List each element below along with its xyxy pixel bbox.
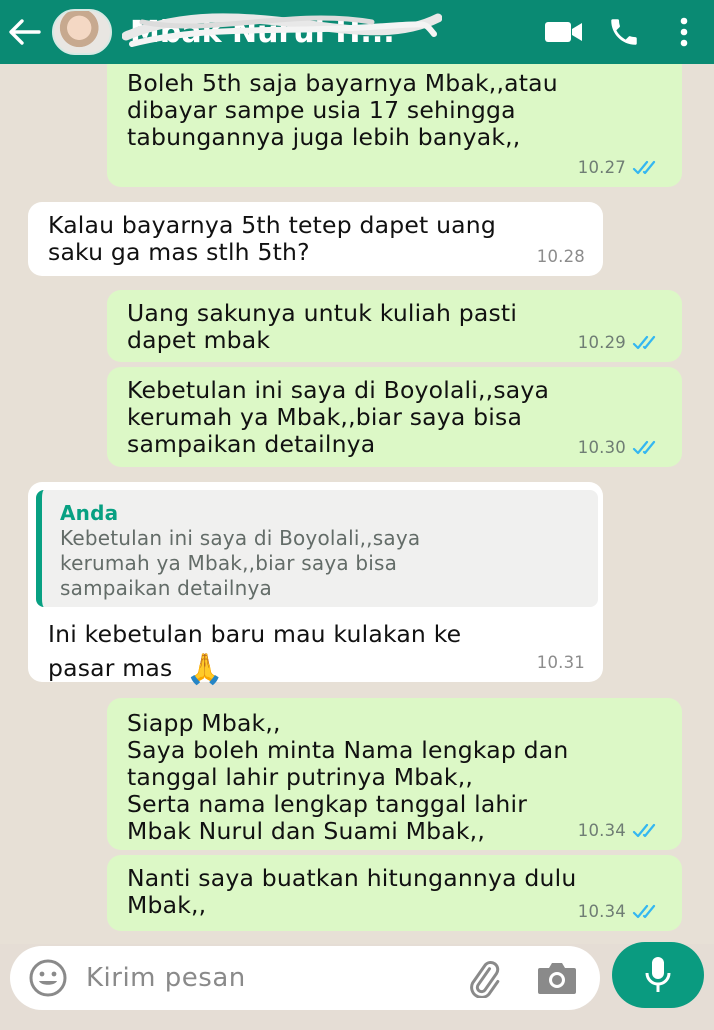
message-input-bar[interactable]: Kirim pesan bbox=[10, 946, 600, 1010]
message-text: Boleh 5th saja bayarnya Mbak,,atau dibay… bbox=[127, 69, 558, 151]
redaction-scribble bbox=[122, 13, 442, 47]
message-time: 10.34 bbox=[577, 902, 626, 921]
message-text: Kalau bayarnya 5th tetep dapet uang saku… bbox=[48, 211, 496, 266]
message-incoming-reply[interactable]: Anda Kebetulan ini saya di Boyolali,,say… bbox=[28, 482, 603, 686]
message-outgoing[interactable]: Uang sakunya untuk kuliah pasti dapet mb… bbox=[107, 290, 682, 362]
camera-icon[interactable] bbox=[532, 953, 582, 1003]
message-text: Ini kebetulan baru mau kulakan ke pasar … bbox=[48, 620, 462, 682]
mic-icon[interactable] bbox=[612, 942, 704, 1008]
video-call-icon[interactable] bbox=[534, 0, 594, 64]
message-time: 10.31 bbox=[536, 653, 585, 672]
message-meta: 10.28 bbox=[537, 243, 585, 270]
more-vert-icon[interactable] bbox=[654, 0, 714, 64]
double-check-icon bbox=[632, 904, 656, 918]
message-meta: 10.34 bbox=[578, 817, 664, 844]
message-time: 10.29 bbox=[577, 333, 626, 352]
message-time: 10.27 bbox=[577, 158, 626, 177]
double-check-icon bbox=[632, 440, 656, 454]
quoted-message[interactable]: Anda Kebetulan ini saya di Boyolali,,say… bbox=[36, 490, 598, 607]
message-meta: 10.31 bbox=[537, 649, 585, 676]
double-check-icon bbox=[632, 335, 656, 349]
message-outgoing[interactable]: Boleh 5th saja bayarnya Mbak,,atau dibay… bbox=[107, 64, 682, 187]
message-meta: 10.34 bbox=[578, 898, 664, 925]
quote-author: Anda bbox=[60, 501, 119, 525]
message-time: 10.30 bbox=[577, 438, 626, 457]
double-check-icon bbox=[632, 160, 656, 174]
message-incoming[interactable]: Kalau bayarnya 5th tetep dapet uang saku… bbox=[28, 202, 603, 276]
message-outgoing[interactable]: Siapp Mbak,, Saya boleh minta Nama lengk… bbox=[107, 698, 682, 850]
message-meta: 10.29 bbox=[578, 329, 664, 356]
emoji-icon[interactable] bbox=[26, 956, 70, 1000]
message-outgoing[interactable]: Nanti saya buatkan hitungannya dulu Mbak… bbox=[107, 855, 682, 931]
bottom-strip bbox=[0, 1016, 714, 1030]
message-meta: 10.30 bbox=[578, 434, 664, 461]
message-outgoing[interactable]: Kebetulan ini saya di Boyolali,,saya ker… bbox=[107, 367, 682, 467]
message-list[interactable]: Boleh 5th saja bayarnya Mbak,,atau dibay… bbox=[0, 64, 714, 944]
message-input[interactable]: Kirim pesan bbox=[86, 963, 458, 993]
attach-icon[interactable] bbox=[458, 953, 508, 1003]
message-meta: 10.27 bbox=[578, 154, 664, 181]
praying-hands-emoji: 🙏 bbox=[186, 651, 224, 687]
message-time: 10.34 bbox=[577, 821, 626, 840]
avatar[interactable] bbox=[52, 9, 112, 55]
message-time: 10.28 bbox=[536, 247, 585, 266]
phone-icon[interactable] bbox=[594, 0, 654, 64]
quote-text: Kebetulan ini saya di Boyolali,,saya ker… bbox=[60, 526, 421, 600]
double-check-icon bbox=[632, 823, 656, 837]
back-arrow-icon[interactable] bbox=[2, 0, 46, 64]
chat-header: Mbak Nurul H... bbox=[0, 0, 714, 64]
